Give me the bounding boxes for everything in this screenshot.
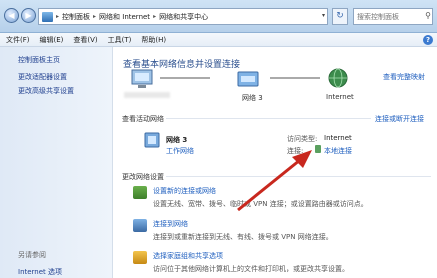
network-house-icon <box>144 132 160 148</box>
see-also-label: 另请参阅 <box>18 251 46 259</box>
task-connect-network-desc: 连接到或重新连接到无线、有线、拨号或 VPN 网络连接。 <box>153 233 333 241</box>
section-divider <box>166 176 431 177</box>
control-panel-icon <box>42 11 53 22</box>
computer-icon <box>131 69 153 88</box>
back-icon[interactable]: ◀ <box>4 8 19 23</box>
computer-name-blurred <box>124 92 170 98</box>
sidebar-item-change-adapter[interactable]: 更改适配器设置 <box>18 72 67 82</box>
search-input[interactable] <box>353 8 433 25</box>
breadcrumb-network-internet[interactable]: 网络和 Internet <box>99 12 150 22</box>
task-connect-network-link[interactable]: 连接到网络 <box>153 219 188 229</box>
new-connection-icon <box>133 186 147 199</box>
breadcrumb-separator-icon: ▸ <box>93 13 97 20</box>
task-new-connection-link[interactable]: 设置新的连接或网络 <box>153 186 216 196</box>
section-divider <box>166 118 371 119</box>
task-homegroup-desc: 访问位于其他网络计算机上的文件和打印机，或更改共享设置。 <box>153 265 349 273</box>
change-settings-title: 更改网络设置 <box>122 173 164 181</box>
task-new-connection-desc: 设置无线、宽带、拨号、临时或 VPN 连接；或设置路由器或访问点。 <box>153 200 368 208</box>
map-node-internet-label: Internet <box>326 93 354 101</box>
title-bar: ◀ ▶ ▸ 控制面板 ▸ 网络和 Internet ▸ 网络和共享中心 ▾ ↻ … <box>0 0 437 33</box>
sidebar-item-advanced-sharing[interactable]: 更改高级共享设置 <box>18 86 74 96</box>
refresh-icon[interactable]: ↻ <box>332 8 348 25</box>
breadcrumb-separator-icon: ▸ <box>56 13 60 20</box>
access-type-label: 访问类型: <box>287 135 318 143</box>
menu-view[interactable]: 查看(V) <box>73 35 97 45</box>
local-connection-link[interactable]: 本地连接 <box>324 146 352 156</box>
network-name: 网络 3 <box>166 136 188 144</box>
sidebar-item-control-panel-home[interactable]: 控制面板主页 <box>18 55 60 65</box>
active-networks-title: 查看活动网络 <box>122 115 164 123</box>
connect-network-icon <box>133 219 147 232</box>
address-bar[interactable]: ▸ 控制面板 ▸ 网络和 Internet ▸ 网络和共享中心 ▾ <box>38 8 328 25</box>
access-type-value: Internet <box>324 134 352 142</box>
homegroup-icon <box>133 251 147 264</box>
network-icon <box>237 71 259 87</box>
task-homegroup-link[interactable]: 选择家庭组和共享选项 <box>153 251 223 261</box>
breadcrumb-separator-icon: ▸ <box>153 13 157 20</box>
menu-tools[interactable]: 工具(T) <box>108 35 132 45</box>
sidebar-item-internet-options[interactable]: Internet 选项 <box>18 267 62 277</box>
menu-file[interactable]: 文件(F) <box>6 35 30 45</box>
breadcrumb-network-sharing-center[interactable]: 网络和共享中心 <box>159 12 208 22</box>
forward-icon[interactable]: ▶ <box>21 8 36 23</box>
ethernet-icon <box>315 145 321 153</box>
see-full-map-link[interactable]: 查看完整映射 <box>383 72 425 82</box>
search-icon[interactable]: ⚲ <box>425 11 431 20</box>
connect-disconnect-link[interactable]: 连接或断开连接 <box>375 114 424 124</box>
map-node-network-label: 网络 3 <box>242 94 263 102</box>
globe-icon <box>328 68 348 88</box>
menu-edit[interactable]: 编辑(E) <box>40 35 64 45</box>
menu-bar: 文件(F) 编辑(E) 查看(V) 工具(T) 帮助(H) <box>0 33 437 47</box>
sidebar: 控制面板主页 更改适配器设置 更改高级共享设置 另请参阅 Internet 选项 <box>0 47 113 278</box>
breadcrumb-control-panel[interactable]: 控制面板 <box>62 12 90 22</box>
menu-help[interactable]: 帮助(H) <box>141 35 166 45</box>
address-dropdown-icon[interactable]: ▾ <box>322 12 325 19</box>
help-icon[interactable]: ? <box>423 35 433 45</box>
connections-label: 连接: <box>287 147 304 155</box>
network-type-link[interactable]: 工作网络 <box>166 146 194 156</box>
